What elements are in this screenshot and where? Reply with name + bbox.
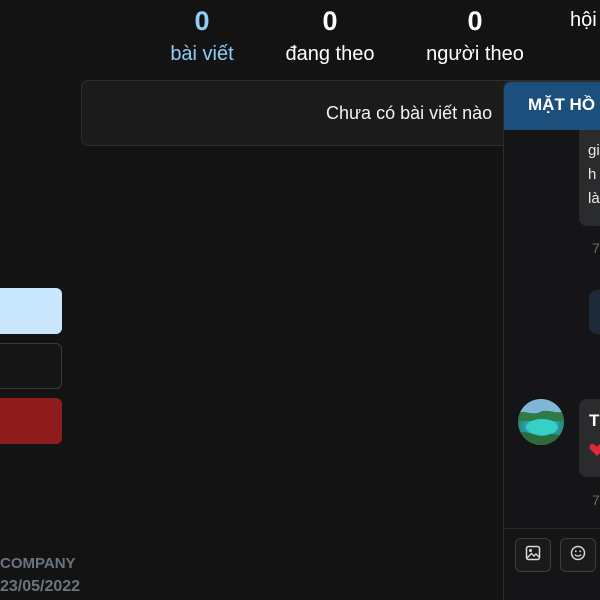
secondary-button[interactable] bbox=[0, 343, 62, 389]
chat-sender-name: T bbox=[589, 411, 600, 430]
primary-button[interactable] bbox=[0, 288, 62, 334]
stat-posts-label: bài viết bbox=[170, 43, 234, 65]
stat-following-count: 0 bbox=[322, 6, 338, 36]
stat-followers-count: 0 bbox=[467, 6, 483, 36]
stat-following-label: đang theo bbox=[285, 43, 375, 65]
chat-message-line: là bbox=[588, 190, 600, 207]
chat-header[interactable]: MẶT HỒ bbox=[504, 82, 600, 130]
chat-title: MẶT HỒ bbox=[528, 95, 596, 114]
chat-composer-divider bbox=[504, 528, 600, 529]
avatar-image bbox=[518, 399, 564, 445]
stat-followers[interactable]: 0 người theo bbox=[423, 4, 527, 69]
heart-icon bbox=[589, 443, 600, 462]
stat-groups-label: hội bbox=[570, 9, 597, 31]
emoji-button[interactable] bbox=[560, 538, 596, 572]
avatar[interactable] bbox=[518, 399, 564, 445]
chat-message-time: 7 bbox=[592, 492, 600, 508]
posts-empty-text: Chưa có bài viết nào bbox=[326, 103, 493, 123]
chat-attachment[interactable] bbox=[589, 290, 600, 334]
chat-message: T bbox=[579, 399, 600, 477]
footer-company: COMPANY bbox=[0, 555, 76, 572]
footer-date: 23/05/2022 bbox=[0, 578, 81, 595]
danger-button[interactable] bbox=[0, 398, 62, 444]
stat-following[interactable]: 0 đang theo bbox=[281, 4, 379, 69]
image-upload-button[interactable] bbox=[515, 538, 551, 572]
profile-page: 0 bài viết 0 đang theo 0 người theo hội … bbox=[0, 0, 600, 600]
chat-message-time: 7 bbox=[592, 240, 600, 256]
stat-posts[interactable]: 0 bài viết bbox=[167, 4, 237, 69]
image-icon bbox=[525, 545, 541, 566]
chat-message-line: gi bbox=[588, 142, 600, 159]
chat-panel: gi h là 7 T 7 MẶT HỒ bbox=[503, 81, 600, 600]
stat-groups[interactable]: hội bbox=[570, 4, 600, 35]
stat-posts-count: 0 bbox=[194, 6, 210, 36]
emoji-icon bbox=[570, 545, 586, 566]
stat-followers-label: người theo bbox=[426, 43, 524, 65]
chat-message-line: h bbox=[588, 166, 597, 183]
